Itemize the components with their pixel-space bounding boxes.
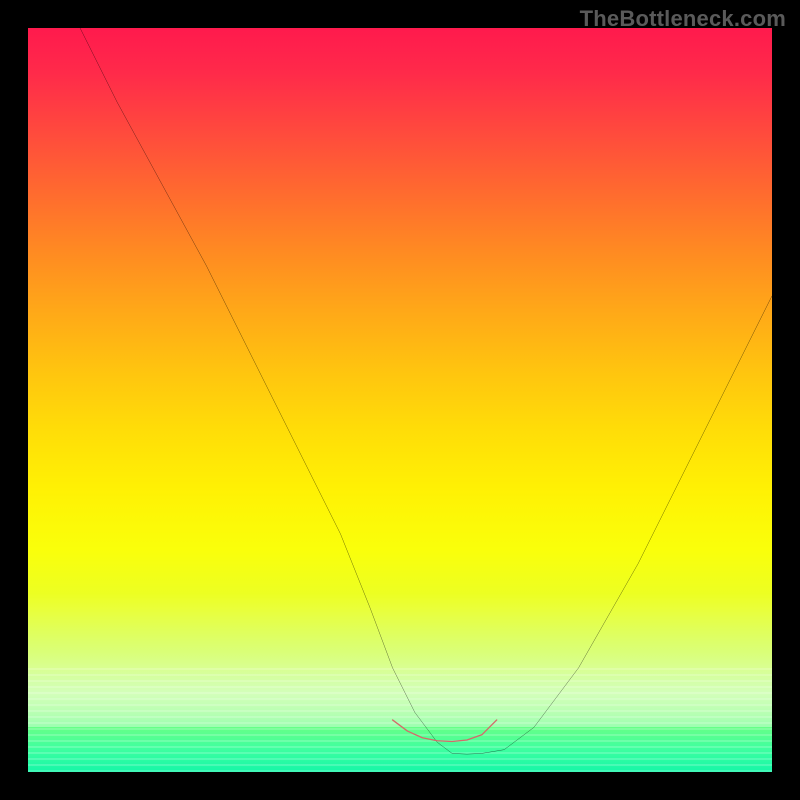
watermark-text: TheBottleneck.com [580, 6, 786, 32]
chart-frame: TheBottleneck.com [0, 0, 800, 800]
flat-minimum-marker [393, 720, 497, 742]
plot-area [28, 28, 772, 772]
bottleneck-curve [80, 28, 772, 754]
curve-layer [28, 28, 772, 772]
